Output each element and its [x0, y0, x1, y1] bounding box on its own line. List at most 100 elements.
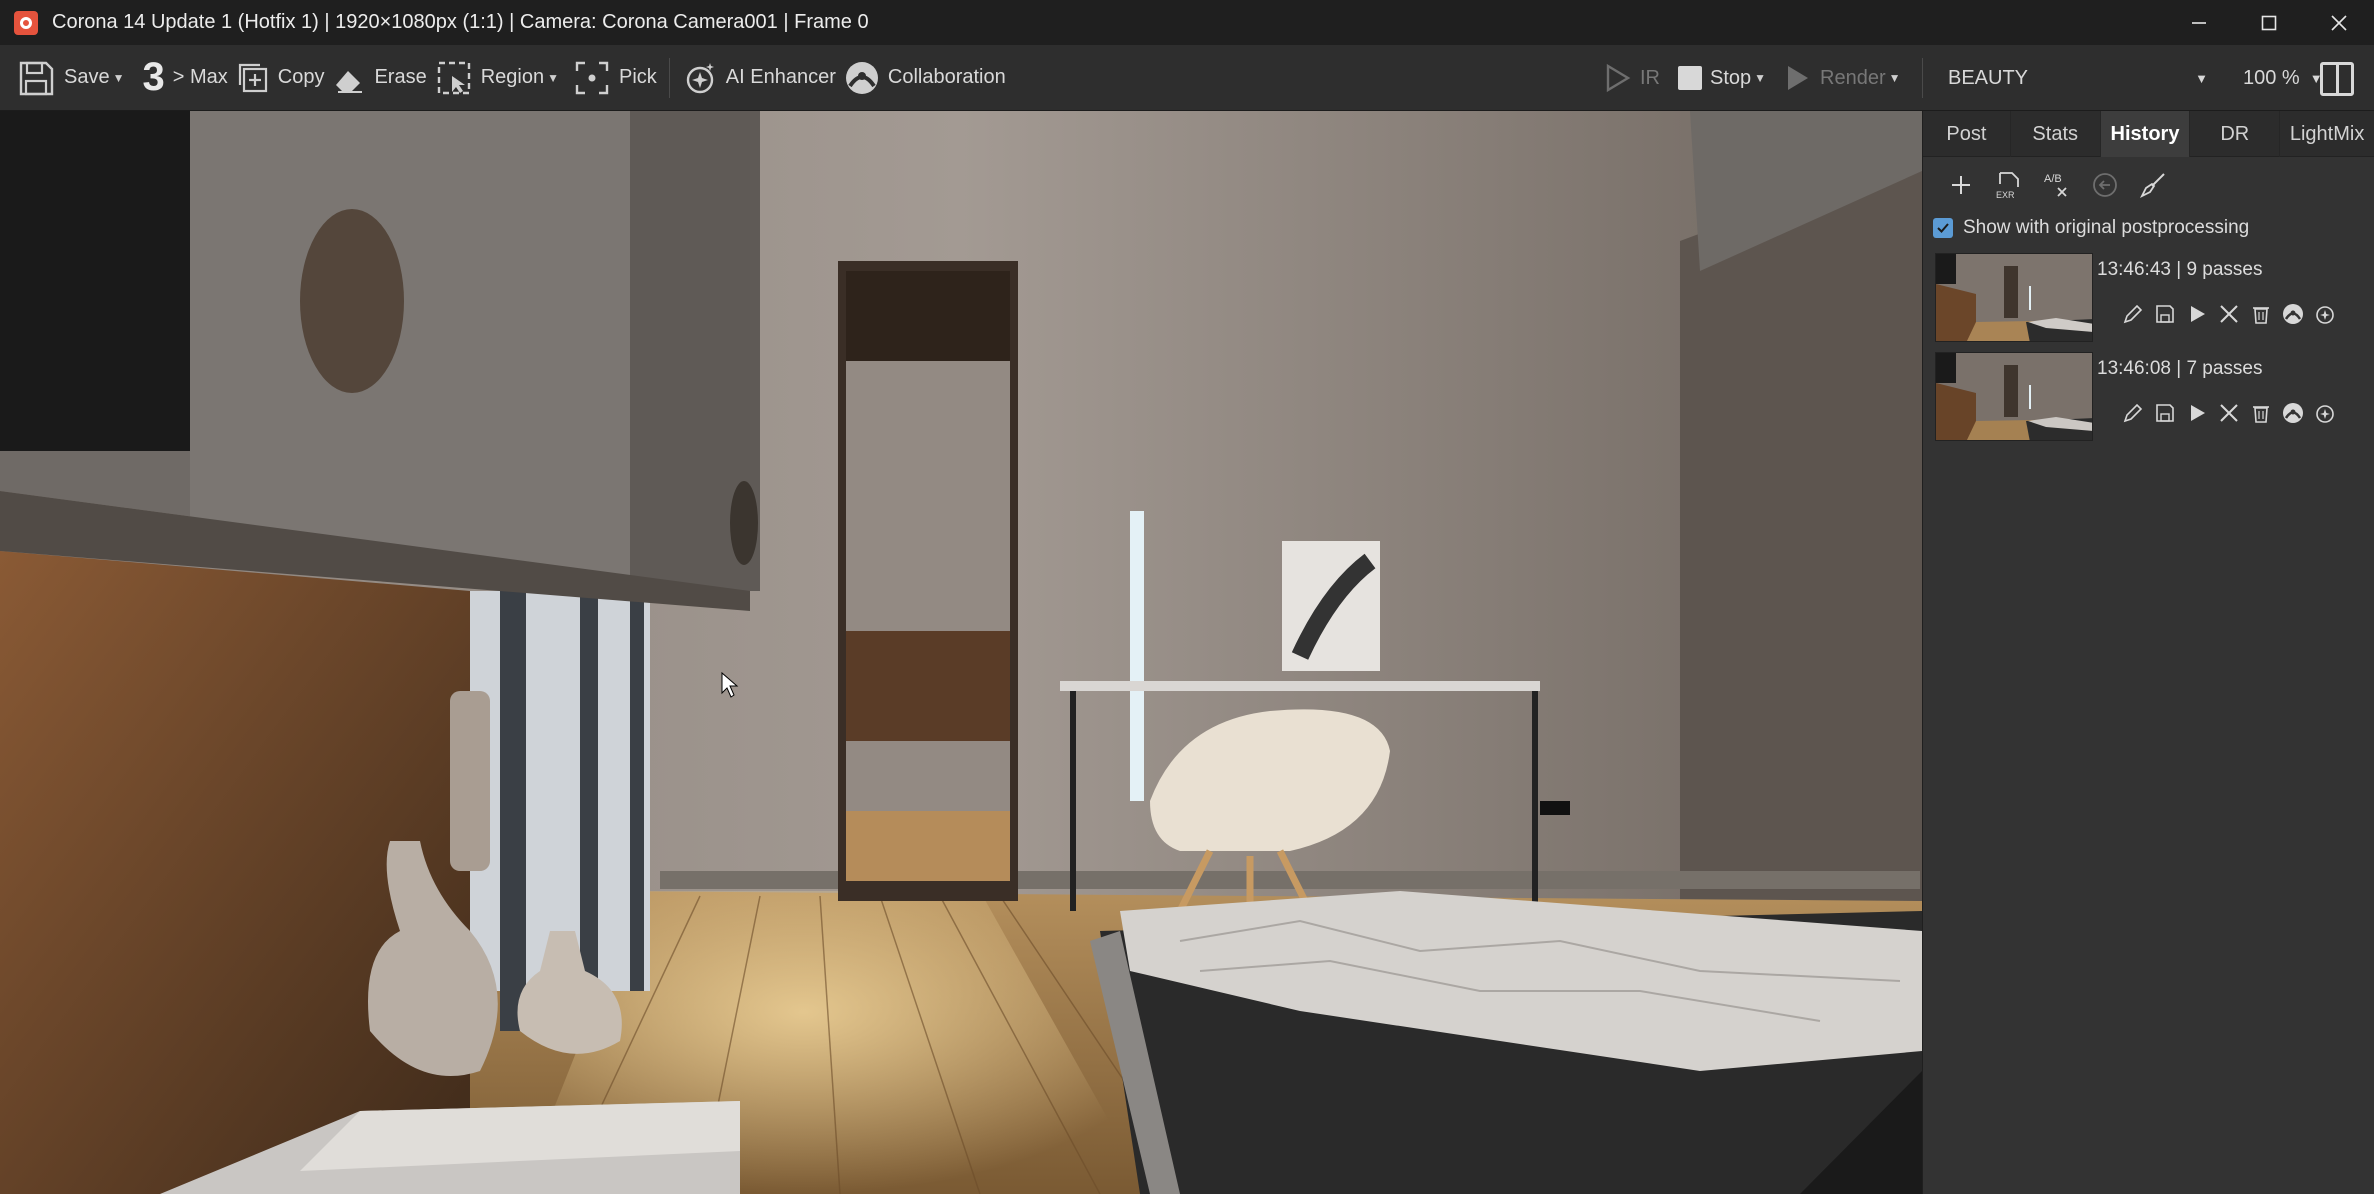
- enhance-history-button[interactable]: [2309, 398, 2341, 428]
- collaboration-button[interactable]: Collaboration: [840, 45, 1010, 111]
- stop-icon: [1678, 66, 1702, 90]
- maximize-icon: [2261, 15, 2277, 30]
- delete-history-button[interactable]: [2245, 398, 2277, 428]
- history-entry[interactable]: 13:46:43 | 9 passes: [1923, 247, 2374, 346]
- delete-history-button[interactable]: [2245, 299, 2277, 329]
- add-history-button[interactable]: [1937, 165, 1985, 205]
- save-exr-icon: EXR: [1996, 172, 2019, 200]
- channel-dropdown[interactable]: BEAUTY ▼: [1948, 58, 2208, 98]
- render-play-icon: [1788, 66, 1809, 90]
- history-thumbnail[interactable]: [1935, 253, 2093, 342]
- trash-icon: [2253, 307, 2269, 324]
- close-icon: [2331, 14, 2347, 31]
- render-viewport[interactable]: [0, 111, 1922, 1194]
- history-thumbnail[interactable]: [1935, 352, 2093, 441]
- ab-compare-icon: A/B: [2044, 173, 2067, 197]
- zoom-value: 100 %: [2243, 66, 2300, 89]
- save-caret-icon: ▼: [112, 70, 125, 85]
- region-icon: [437, 61, 470, 94]
- rename-history-button[interactable]: [2117, 299, 2149, 329]
- erase-button[interactable]: Erase: [328, 45, 430, 111]
- toolbar-separator: [668, 57, 670, 98]
- copy-button[interactable]: Copy: [232, 45, 329, 111]
- tab-dr[interactable]: DR: [2190, 111, 2281, 157]
- ai-enhancer-icon: [686, 62, 714, 93]
- load-history-button[interactable]: [2181, 398, 2213, 428]
- ab-text: A/B: [2044, 173, 2062, 185]
- copy-icon: [238, 63, 267, 92]
- add-icon: [1952, 176, 1970, 194]
- close-button[interactable]: [2304, 0, 2374, 45]
- channel-caret-icon: ▼: [2195, 70, 2208, 86]
- save-icon: [2156, 305, 2174, 323]
- tab-post[interactable]: Post: [1923, 111, 2011, 157]
- panel-toggle-button[interactable]: [2320, 62, 2354, 96]
- history-entry-label: 13:46:43 | 9 passes: [2097, 259, 2263, 280]
- collaboration-icon: [2283, 403, 2303, 423]
- ir-button[interactable]: IR: [1600, 45, 1664, 111]
- stop-caret-icon: ▼: [1754, 71, 1767, 85]
- save-label: Save: [64, 66, 110, 88]
- render-button[interactable]: Render ▼: [1780, 45, 1905, 111]
- history-toolbar: EXR A/B: [1923, 157, 2374, 213]
- enhance-history-button[interactable]: [2309, 299, 2341, 329]
- ab-compare-button[interactable]: A/B: [2033, 165, 2081, 205]
- region-label: Region: [480, 66, 545, 88]
- exr-text: EXR: [1996, 190, 2015, 200]
- eraser-icon: [336, 70, 363, 93]
- stop-button[interactable]: Stop ▼: [1674, 45, 1770, 111]
- revert-button[interactable]: [2081, 165, 2129, 205]
- play-icon: [2191, 405, 2205, 421]
- remove-history-button[interactable]: [2213, 299, 2245, 329]
- close-icon: [2220, 404, 2238, 422]
- erase-label: Erase: [374, 66, 427, 88]
- tab-history[interactable]: History: [2100, 111, 2191, 157]
- minimize-icon: [2192, 21, 2206, 24]
- save-icon: [19, 61, 54, 95]
- save-button[interactable]: Save ▼: [12, 45, 128, 111]
- clear-brush-icon: [2139, 173, 2165, 199]
- load-history-button[interactable]: [2181, 299, 2213, 329]
- max-version-number: 3: [142, 55, 165, 99]
- stop-label: Stop: [1710, 66, 1752, 89]
- history-thumbnail-image: [1936, 254, 2092, 341]
- history-entry-actions: [2117, 398, 2341, 428]
- play-icon: [2191, 306, 2205, 322]
- title-bar: Corona 14 Update 1 (Hotfix 1) | 1920×108…: [0, 0, 2374, 45]
- toolbar-separator-right: [1922, 58, 1923, 98]
- corona-app-icon: [14, 10, 38, 35]
- play-outline-icon: [1606, 63, 1631, 93]
- window-title: Corona 14 Update 1 (Hotfix 1) | 1920×108…: [52, 11, 869, 33]
- collaboration-history-button[interactable]: [2277, 398, 2309, 428]
- max-button[interactable]: 3 > Max: [128, 45, 231, 111]
- show-original-checkbox[interactable]: [1933, 218, 1953, 238]
- collaboration-icon: [2283, 304, 2303, 324]
- history-thumbnail-image: [1936, 353, 2092, 440]
- save-history-button[interactable]: [2149, 398, 2181, 428]
- save-exr-button[interactable]: EXR: [1985, 165, 2033, 205]
- history-entry[interactable]: 13:46:08 | 7 passes: [1923, 346, 2374, 445]
- show-original-label: Show with original postprocessing: [1963, 217, 2250, 238]
- save-icon: [2156, 404, 2174, 422]
- revert-icon: [2093, 173, 2117, 197]
- history-entry-actions: [2117, 299, 2341, 329]
- tab-lightmix[interactable]: LightMix: [2280, 111, 2374, 157]
- remove-history-button[interactable]: [2213, 398, 2245, 428]
- render-caret-icon: ▼: [1888, 71, 1901, 85]
- tab-stats[interactable]: Stats: [2011, 111, 2101, 157]
- ai-enhancer-button[interactable]: AI Enhancer: [678, 45, 840, 111]
- collaboration-history-button[interactable]: [2277, 299, 2309, 329]
- pencil-icon: [2123, 304, 2143, 324]
- channel-value: BEAUTY: [1948, 66, 2029, 89]
- rename-history-button[interactable]: [2117, 398, 2149, 428]
- ai-enhancer-icon: [2316, 405, 2334, 423]
- pick-icon: [575, 61, 609, 94]
- clear-history-button[interactable]: [2129, 165, 2177, 205]
- trash-icon: [2253, 406, 2269, 423]
- minimize-button[interactable]: [2164, 0, 2234, 45]
- maximize-button[interactable]: [2234, 0, 2304, 45]
- show-original-postprocessing-row[interactable]: Show with original postprocessing: [1923, 213, 2374, 243]
- pick-button[interactable]: Pick: [569, 45, 661, 111]
- region-button[interactable]: Region ▼: [431, 45, 563, 111]
- save-history-button[interactable]: [2149, 299, 2181, 329]
